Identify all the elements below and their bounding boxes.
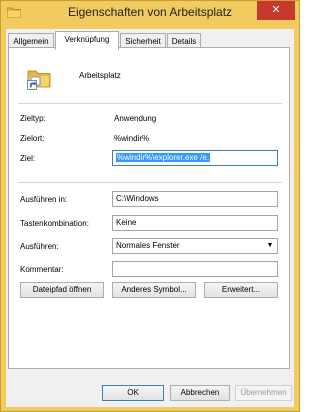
tab-general[interactable]: Allgemein <box>8 33 54 48</box>
target-location-label: Zielort: <box>20 134 45 143</box>
window-title: Eigenschaften von Arbeitsplatz <box>67 5 233 19</box>
run-label: Ausführen: <box>20 242 59 251</box>
ok-button[interactable]: OK <box>102 385 164 401</box>
comment-label: Kommentar: <box>20 265 64 274</box>
shortcut-panel: Arbeitsplatz Zieltyp: Anwendung Zielort:… <box>8 47 290 369</box>
cancel-button[interactable]: Abbrechen <box>170 385 230 401</box>
run-select-value: Normales Fenster <box>116 241 180 250</box>
title-bar[interactable]: Eigenschaften von Arbeitsplatz ✕ <box>1 1 299 25</box>
target-location-value: %windir% <box>114 134 150 143</box>
chevron-down-icon[interactable]: ▼ <box>264 239 276 253</box>
divider <box>18 103 282 104</box>
close-button[interactable]: ✕ <box>257 1 295 20</box>
properties-dialog: Eigenschaften von Arbeitsplatz ✕ Allgeme… <box>0 0 300 412</box>
advanced-button[interactable]: Erweitert... <box>204 282 278 298</box>
tab-shortcut[interactable]: Verknüpfung <box>55 31 119 50</box>
folder-shortcut-icon <box>27 66 51 90</box>
divider <box>18 182 282 183</box>
dialog-client-area: Allgemein Verknüpfung Sicherheit Details… <box>6 29 294 407</box>
target-field[interactable]: %windir%\explorer.exe /e, <box>112 150 278 166</box>
start-in-field[interactable]: C:\Windows <box>112 191 278 207</box>
change-icon-button[interactable]: Anderes Symbol... <box>112 282 196 298</box>
target-label: Ziel: <box>20 154 36 163</box>
open-file-location-button[interactable]: Dateipfad öffnen <box>20 282 104 298</box>
comment-field[interactable] <box>112 261 278 277</box>
target-text: %windir%\explorer.exe /e, <box>116 153 211 162</box>
target-type-label: Zieltyp: <box>20 114 46 123</box>
target-type-value: Anwendung <box>114 114 157 123</box>
run-select[interactable]: Normales Fenster ▼ <box>112 238 278 254</box>
start-in-label: Ausführen in: <box>20 195 68 204</box>
tab-details[interactable]: Details <box>167 33 201 48</box>
tab-security[interactable]: Sicherheit <box>120 33 166 48</box>
apply-button[interactable]: Übernehmen <box>235 385 292 401</box>
close-icon: ✕ <box>271 4 281 16</box>
shortcut-name: Arbeitsplatz <box>79 71 121 80</box>
shortcut-key-field[interactable]: Keine <box>112 215 278 231</box>
shortcut-key-label: Tastenkombination: <box>20 219 89 228</box>
